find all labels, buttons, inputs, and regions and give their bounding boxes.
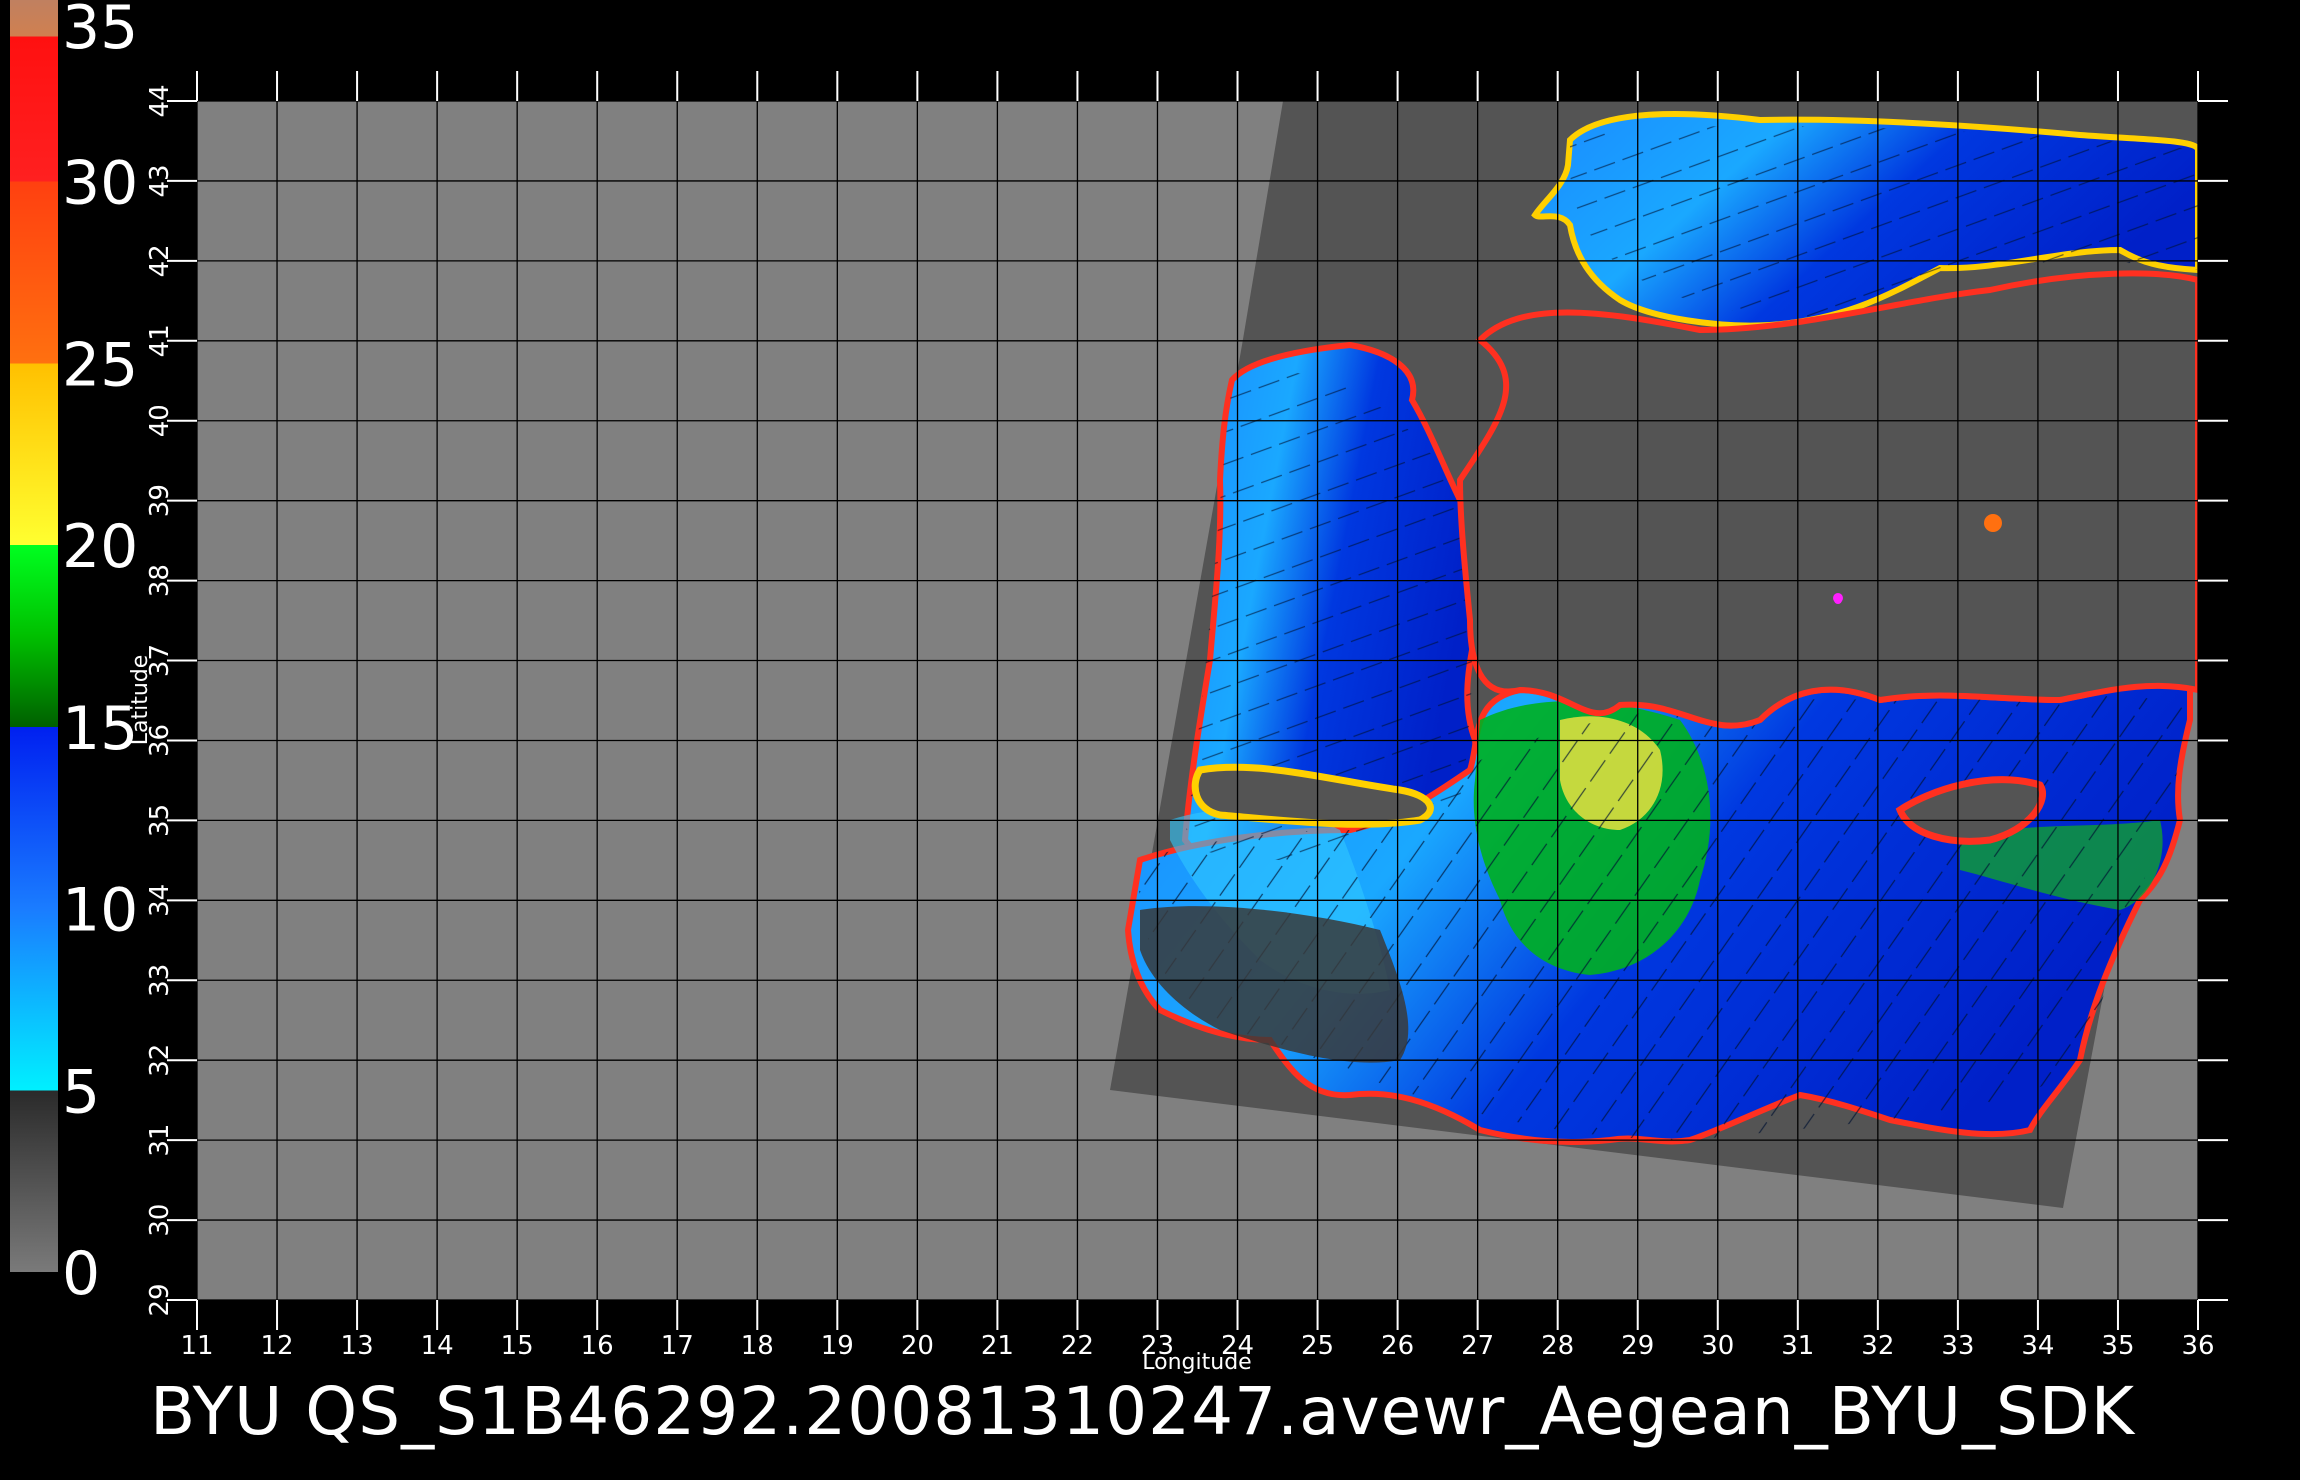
scale-label-10: 10: [62, 876, 138, 946]
x-tick-label: 12: [260, 1331, 293, 1361]
y-tick-label: 29: [145, 1283, 175, 1316]
wind-map-figure: 0 5 10 15 20 25 30 35 11 12 13 14 15 16 …: [10, 0, 2228, 1450]
x-tick-label: 14: [421, 1331, 454, 1361]
x-tick-label: 18: [741, 1331, 774, 1361]
x-tick-label: 26: [1381, 1331, 1414, 1361]
x-tick-label: 15: [501, 1331, 534, 1361]
scale-label-35: 35: [62, 0, 138, 63]
x-tick-label: 19: [821, 1331, 854, 1361]
y-tick-label: 31: [145, 1124, 175, 1157]
y-tick-label: 34: [145, 884, 175, 917]
scale-label-30: 30: [62, 149, 138, 219]
hotspot-1: [1984, 514, 2002, 532]
x-tick-label: 25: [1301, 1331, 1334, 1361]
y-tick-label: 32: [145, 1044, 175, 1077]
y-tick-label: 40: [145, 404, 175, 437]
x-axis-title: Longitude: [1142, 1350, 1251, 1375]
x-tick-label: 22: [1061, 1331, 1094, 1361]
hotspot-3: [1834, 596, 1842, 604]
color-scale-gradient: [10, 0, 58, 1272]
image-caption: BYU QS_S1B46292.20081310247.avewr_Aegean…: [150, 1373, 2136, 1450]
x-tick-label: 32: [1861, 1331, 1894, 1361]
color-scale-labels: 0 5 10 15 20 25 30 35: [62, 0, 138, 1309]
y-tick-label: 33: [145, 964, 175, 997]
x-tick-label: 33: [1941, 1331, 1974, 1361]
x-tick-label: 13: [341, 1331, 374, 1361]
x-tick-label: 28: [1541, 1331, 1574, 1361]
x-tick-label: 21: [981, 1331, 1014, 1361]
scale-label-25: 25: [62, 330, 138, 400]
scale-label-20: 20: [62, 512, 138, 582]
x-tick-label: 36: [2181, 1331, 2214, 1361]
y-axis-title: Latitude: [128, 655, 153, 746]
y-tick-label: 43: [145, 164, 175, 197]
x-tick-label: 27: [1461, 1331, 1494, 1361]
x-tick-label: 20: [901, 1331, 934, 1361]
x-tick-label: 30: [1701, 1331, 1734, 1361]
y-tick-label: 30: [145, 1204, 175, 1237]
scale-label-15: 15: [62, 694, 138, 764]
y-tick-label: 39: [145, 484, 175, 517]
x-tick-label: 34: [2021, 1331, 2054, 1361]
y-tick-label: 42: [145, 244, 175, 277]
y-tick-label: 44: [145, 84, 175, 117]
color-scale-bar: [10, 0, 58, 1272]
x-tick-label: 11: [180, 1331, 213, 1361]
x-tick-label: 35: [2101, 1331, 2134, 1361]
x-tick-label: 31: [1781, 1331, 1814, 1361]
y-tick-label: 38: [145, 564, 175, 597]
y-tick-label: 41: [145, 324, 175, 357]
scale-label-0: 0: [62, 1239, 100, 1309]
x-tick-label: 17: [661, 1331, 694, 1361]
x-tick-label: 29: [1621, 1331, 1654, 1361]
x-tick-label: 16: [581, 1331, 614, 1361]
scale-label-5: 5: [62, 1057, 100, 1127]
y-tick-label: 35: [145, 804, 175, 837]
